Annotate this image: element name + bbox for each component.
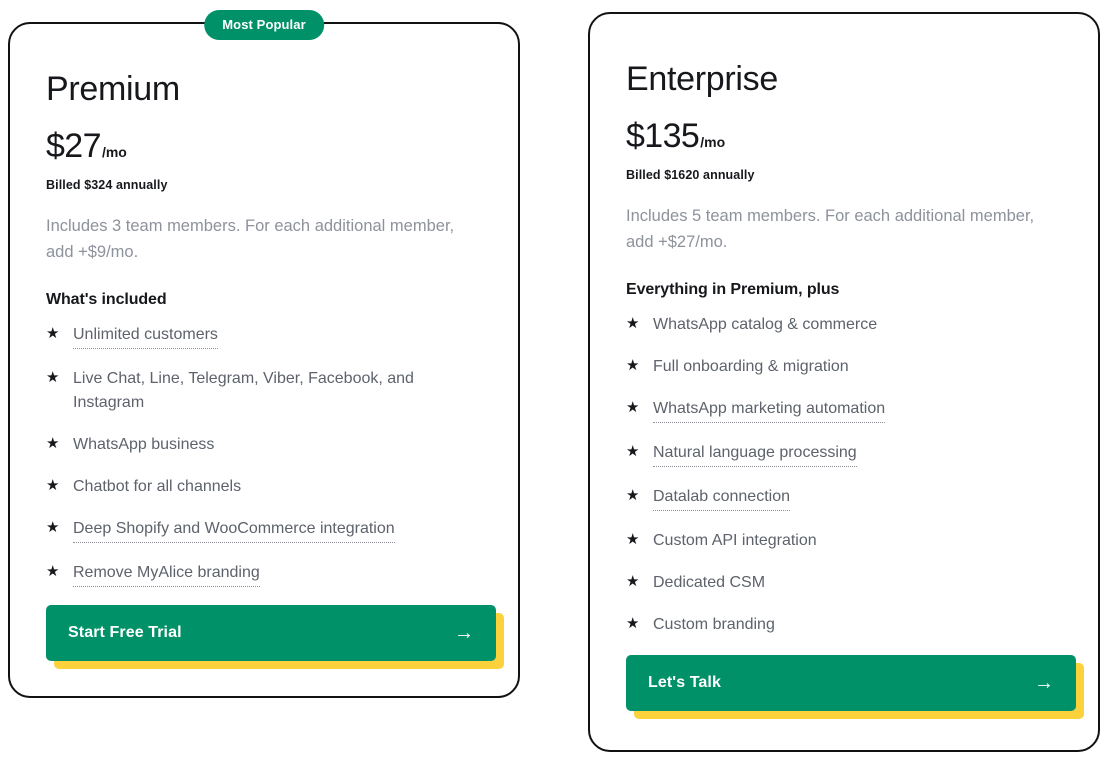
- arrow-right-icon: →: [454, 622, 474, 645]
- feature-label: Custom API integration: [653, 532, 817, 550]
- team-members-note: Includes 3 team members. For each additi…: [46, 217, 455, 261]
- feature-label: Live Chat, Line, Telegram, Viber, Facebo…: [73, 370, 414, 412]
- list-item: ★ Live Chat, Line, Telegram, Viber, Face…: [46, 367, 482, 415]
- list-item: ★ WhatsApp business: [46, 433, 482, 457]
- plan-name: Premium: [46, 70, 180, 108]
- plan-price: $27 /mo: [46, 127, 482, 166]
- list-item: ★ Full onboarding & migration: [626, 355, 1062, 379]
- start-free-trial-button[interactable]: Start Free Trial →: [46, 605, 496, 662]
- features-heading: What's included: [46, 291, 167, 309]
- feature-label[interactable]: Datalab connection: [653, 485, 790, 512]
- list-item: ★ Dedicated CSM: [626, 571, 1062, 595]
- plan-name: Enterprise: [626, 60, 778, 98]
- plan-price: $135 /mo: [626, 117, 1062, 156]
- star-icon: ★: [626, 573, 640, 591]
- feature-label: WhatsApp catalog & commerce: [653, 316, 878, 334]
- star-icon: ★: [626, 531, 640, 549]
- star-icon: ★: [626, 487, 640, 505]
- feature-label: Custom branding: [653, 616, 775, 634]
- feature-label[interactable]: Unlimited customers: [73, 323, 218, 350]
- list-item: ★ WhatsApp catalog & commerce: [626, 313, 1062, 337]
- cta-wrapper: Start Free Trial →: [46, 605, 504, 670]
- list-item: ★ Unlimited customers: [46, 323, 482, 350]
- list-item: ★ Remove MyAlice branding: [46, 561, 482, 588]
- star-icon: ★: [626, 399, 640, 417]
- pricing-plans-container: Most Popular Premium $27 /mo Billed $324…: [0, 0, 1108, 760]
- star-icon: ★: [46, 563, 60, 581]
- feature-label[interactable]: WhatsApp marketing automation: [653, 397, 886, 424]
- features-heading: Everything in Premium, plus: [626, 281, 840, 299]
- price-period: /mo: [700, 134, 726, 150]
- star-icon: ★: [46, 477, 60, 495]
- list-item: ★ Custom branding: [626, 613, 1062, 637]
- list-item: ★ Chatbot for all channels: [46, 475, 482, 499]
- feature-label: Dedicated CSM: [653, 574, 766, 592]
- feature-label[interactable]: Natural language processing: [653, 441, 857, 468]
- list-item: ★ WhatsApp marketing automation: [626, 397, 1062, 424]
- list-item: ★ Deep Shopify and WooCommerce integrati…: [46, 517, 482, 544]
- star-icon: ★: [46, 435, 60, 453]
- feature-label[interactable]: Deep Shopify and WooCommerce integration: [73, 517, 395, 544]
- star-icon: ★: [46, 369, 60, 387]
- cta-label: Start Free Trial: [68, 624, 182, 642]
- list-item: ★ Natural language processing: [626, 441, 1062, 468]
- billed-annually-note: Billed $1620 annually: [626, 168, 755, 182]
- star-icon: ★: [46, 325, 60, 343]
- pricing-card-enterprise: Enterprise $135 /mo Billed $1620 annuall…: [588, 12, 1108, 760]
- arrow-right-icon: →: [1034, 672, 1054, 695]
- star-icon: ★: [626, 357, 640, 375]
- price-amount: $27: [46, 127, 102, 165]
- most-popular-badge: Most Popular: [204, 10, 324, 40]
- cta-label: Let's Talk: [648, 674, 721, 692]
- list-item: ★ Custom API integration: [626, 529, 1062, 553]
- feature-label: WhatsApp business: [73, 436, 215, 454]
- feature-list: ★ Unlimited customers ★ Live Chat, Line,…: [46, 323, 482, 588]
- star-icon: ★: [46, 519, 60, 537]
- feature-label: Chatbot for all channels: [73, 478, 242, 496]
- star-icon: ★: [626, 615, 640, 633]
- star-icon: ★: [626, 315, 640, 333]
- cta-wrapper: Let's Talk →: [626, 655, 1084, 720]
- list-item: ★ Datalab connection: [626, 485, 1062, 512]
- lets-talk-button[interactable]: Let's Talk →: [626, 655, 1076, 712]
- billed-annually-note: Billed $324 annually: [46, 178, 168, 192]
- feature-label: Full onboarding & migration: [653, 358, 849, 376]
- price-period: /mo: [101, 144, 127, 160]
- feature-list: ★ WhatsApp catalog & commerce ★ Full onb…: [626, 313, 1062, 637]
- team-members-note: Includes 5 team members. For each additi…: [626, 207, 1035, 251]
- pricing-card-premium: Most Popular Premium $27 /mo Billed $324…: [8, 10, 528, 706]
- star-icon: ★: [626, 443, 640, 461]
- feature-label[interactable]: Remove MyAlice branding: [73, 561, 260, 588]
- price-amount: $135: [626, 117, 700, 155]
